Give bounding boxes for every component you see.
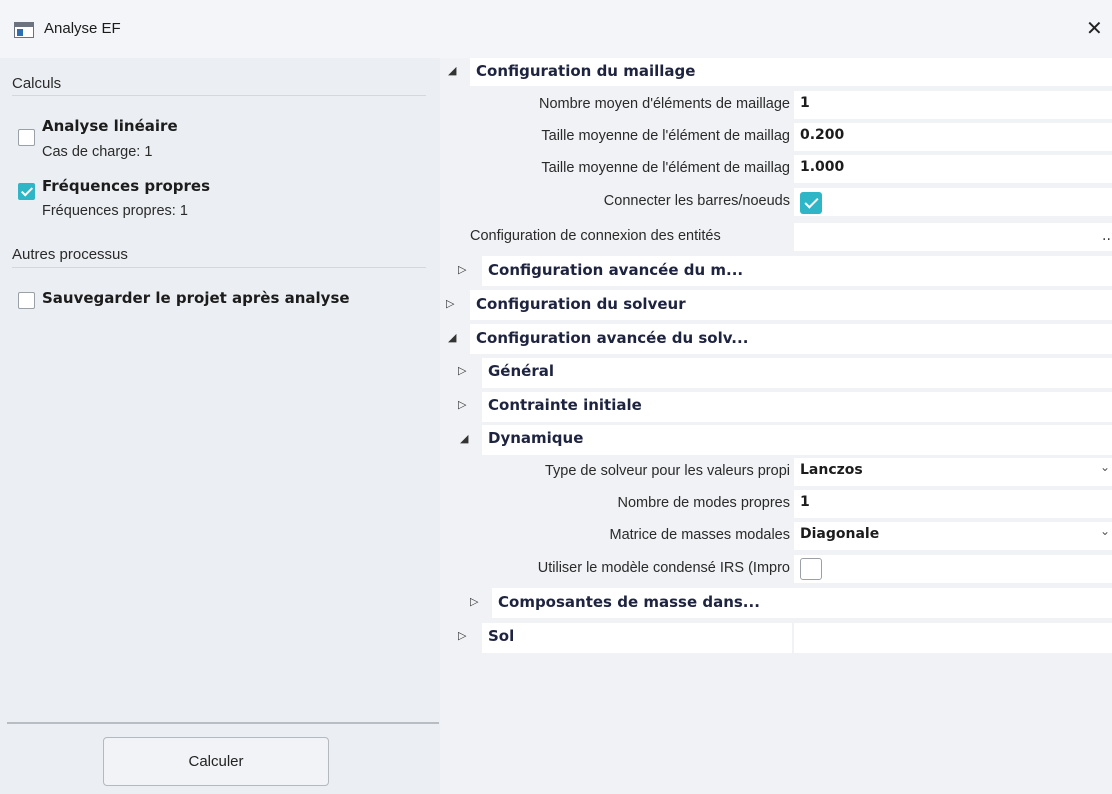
entity-connection-label: Configuration de connexion des entités	[470, 228, 721, 244]
advanced-mesh-category[interactable]: Configuration avancée du m...	[488, 261, 743, 279]
calculate-button[interactable]: Calculer	[103, 737, 329, 786]
expanded-icon[interactable]: ◢	[448, 64, 456, 77]
mesh-config-category[interactable]: Configuration du maillage	[476, 62, 695, 80]
collapsed-icon[interactable]: ▷	[458, 364, 466, 377]
avg-size-1d-label: Taille moyenne de l'élément de maillag	[541, 128, 790, 144]
avg-size-2d-label: Taille moyenne de l'élément de maillag	[541, 160, 790, 176]
calculation-options-pane: Calculs Analyse linéaire Cas de charge: …	[0, 58, 440, 794]
expanded-icon[interactable]: ◢	[460, 432, 468, 445]
property-grid: ◢ Configuration du maillage Nombre moyen…	[440, 58, 1112, 794]
irs-condensed-model-label: Utiliser le modèle condensé IRS (Impro	[537, 560, 790, 576]
linear-analysis-checkbox[interactable]	[18, 129, 35, 146]
eigenfrequencies-sub: Fréquences propres: 1	[42, 203, 188, 219]
modal-mass-matrix-label: Matrice de masses modales	[609, 527, 790, 543]
connect-members-label: Connecter les barres/noeuds	[603, 193, 790, 209]
close-icon[interactable]: ✕	[1086, 16, 1103, 40]
chevron-down-icon[interactable]: ⌄	[1100, 524, 1110, 538]
avg-elements-label: Nombre moyen d'éléments de maillage	[538, 96, 790, 112]
eigenfrequencies-label: Fréquences propres	[42, 177, 211, 195]
window-title: Analyse EF	[44, 20, 121, 37]
initial-stress-category[interactable]: Contrainte initiale	[488, 396, 642, 414]
collapsed-icon[interactable]: ▷	[458, 263, 466, 276]
dynamics-category[interactable]: Dynamique	[488, 429, 583, 447]
collapsed-icon[interactable]: ▷	[446, 297, 454, 310]
entity-connection-ellipsis-button[interactable]: ...	[1102, 228, 1112, 244]
footer-divider	[7, 722, 439, 724]
solver-config-category[interactable]: Configuration du solveur	[476, 295, 686, 313]
avg-size-2d-value[interactable]: 1.000	[800, 159, 844, 175]
eigen-solver-type-label: Type de solveur pour les valeurs propi	[544, 463, 790, 479]
num-modes-value[interactable]: 1	[800, 494, 810, 510]
section-divider	[12, 267, 426, 268]
eigenfrequencies-checkbox[interactable]	[18, 183, 35, 200]
linear-analysis-label: Analyse linéaire	[42, 117, 178, 135]
num-modes-label: Nombre de modes propres	[617, 495, 790, 511]
save-project-checkbox[interactable]	[18, 292, 35, 309]
collapsed-icon[interactable]: ▷	[458, 398, 466, 411]
calculs-section-header: Calculs	[12, 75, 62, 92]
app-window-icon	[14, 22, 34, 38]
connect-members-checkbox[interactable]	[800, 192, 822, 214]
expanded-icon[interactable]: ◢	[448, 331, 456, 344]
general-category[interactable]: Général	[488, 362, 554, 380]
avg-size-1d-value[interactable]: 0.200	[800, 127, 844, 143]
save-project-label: Sauvegarder le projet après analyse	[42, 289, 350, 307]
mass-components-category[interactable]: Composantes de masse dans...	[498, 593, 760, 611]
soil-category[interactable]: Sol	[488, 627, 514, 645]
title-bar: Analyse EF ✕	[0, 0, 1112, 58]
modal-mass-matrix-value[interactable]: Diagonale	[800, 526, 879, 542]
collapsed-icon[interactable]: ▷	[470, 595, 478, 608]
irs-condensed-model-checkbox[interactable]	[800, 558, 822, 580]
eigen-solver-type-value[interactable]: Lanczos	[800, 462, 863, 478]
other-processes-header: Autres processus	[12, 246, 128, 263]
linear-analysis-sub: Cas de charge: 1	[42, 144, 153, 160]
avg-elements-value[interactable]: 1	[800, 95, 810, 111]
collapsed-icon[interactable]: ▷	[458, 629, 466, 642]
section-divider	[12, 95, 426, 96]
chevron-down-icon[interactable]: ⌄	[1100, 460, 1110, 474]
advanced-solver-category[interactable]: Configuration avancée du solv...	[476, 329, 748, 347]
